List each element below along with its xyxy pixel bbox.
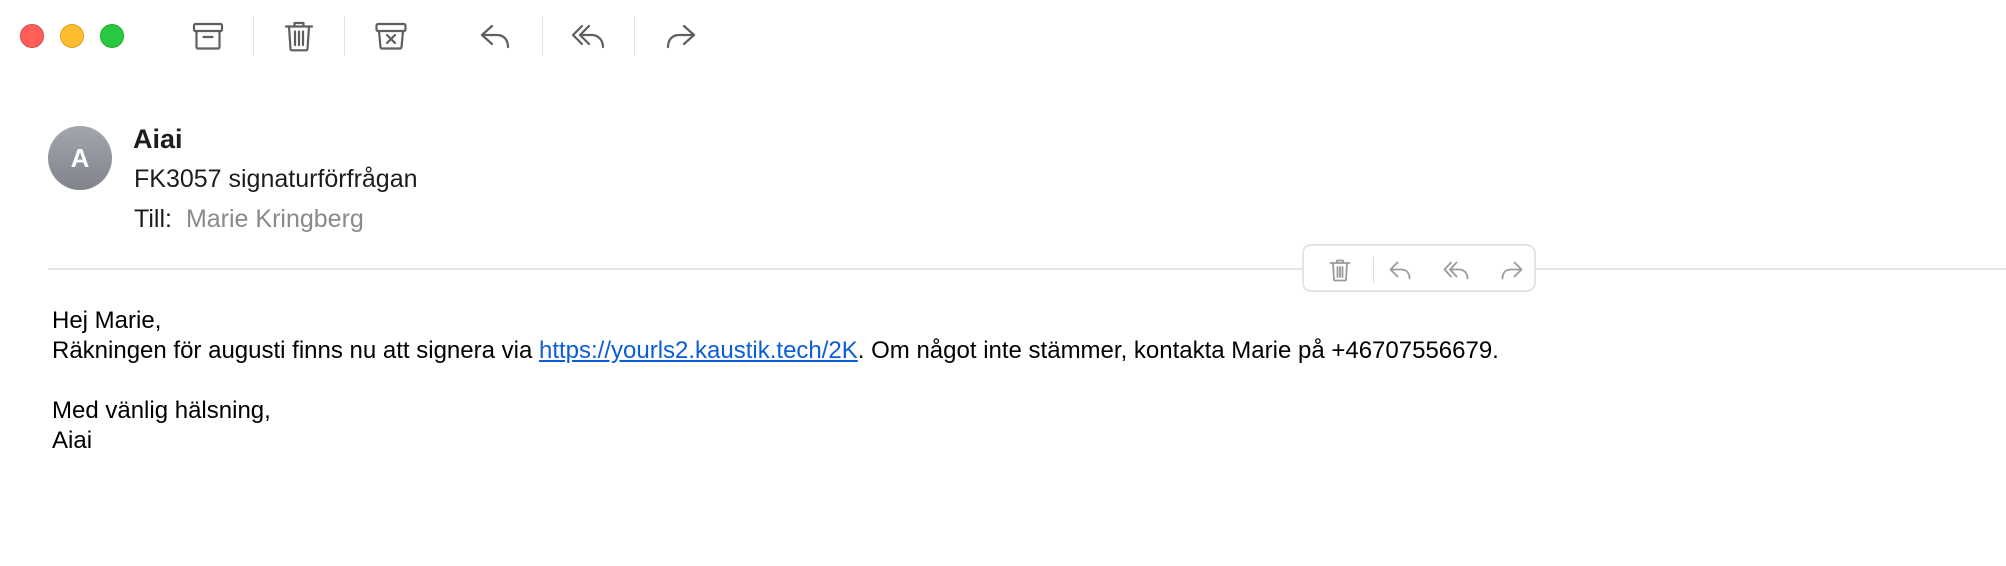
- message-subject: FK3057 signaturförfrågan: [134, 165, 418, 193]
- message-body: Hej Marie, Räkningen för augusti finns n…: [52, 306, 1992, 456]
- body-text-after-link: . Om något inte stämmer, kontakta Marie …: [857, 337, 1499, 364]
- forward-icon: [666, 24, 696, 49]
- sender-name[interactable]: Aiai: [133, 124, 183, 155]
- toolbar: [0, 0, 2006, 72]
- reply-icon: [480, 24, 510, 49]
- toolbar-separator: [253, 16, 254, 56]
- message-actions-separator: [1373, 257, 1374, 283]
- trash-icon: [284, 21, 314, 52]
- recipient-row: Till: Marie Kringberg: [134, 205, 364, 234]
- junk-button[interactable]: [367, 12, 415, 60]
- toolbar-separator: [634, 16, 635, 56]
- archive-icon: [192, 22, 224, 50]
- to-label: Till:: [134, 205, 172, 233]
- avatar: A: [48, 126, 112, 190]
- window-minimize-button[interactable]: [60, 24, 84, 48]
- header-divider: [48, 268, 2006, 270]
- message-reply-button[interactable]: [1384, 254, 1416, 286]
- avatar-initial: A: [70, 142, 90, 173]
- message-delete-button[interactable]: [1324, 254, 1356, 286]
- toolbar-separator: [344, 16, 345, 56]
- junk-icon: [375, 22, 407, 50]
- body-greeting: Hej Marie,: [52, 307, 162, 334]
- forward-icon: [1501, 261, 1523, 280]
- body-text-before-link: Räkningen för augusti finns nu att signe…: [52, 337, 539, 364]
- reply-icon: [1389, 261, 1411, 280]
- archive-button[interactable]: [184, 12, 232, 60]
- forward-button[interactable]: [657, 12, 705, 60]
- delete-button[interactable]: [275, 12, 323, 60]
- window-close-button[interactable]: [20, 24, 44, 48]
- toolbar-separator: [542, 16, 543, 56]
- message-actions-bar: [1302, 244, 1536, 292]
- signing-link[interactable]: https://yourls2.kaustik.tech/2K: [539, 337, 858, 364]
- body-signature: Aiai: [52, 427, 93, 454]
- message-reply-all-button[interactable]: [1440, 254, 1472, 286]
- reply-button[interactable]: [471, 12, 519, 60]
- reply-all-button[interactable]: [564, 12, 612, 60]
- body-closing: Med vänlig hälsning,: [52, 397, 271, 424]
- window-zoom-button[interactable]: [100, 24, 124, 48]
- message-forward-button[interactable]: [1496, 254, 1528, 286]
- body-line: Räkningen för augusti finns nu att signe…: [52, 336, 1992, 366]
- trash-icon: [1329, 259, 1351, 282]
- recipient-name[interactable]: Marie Kringberg: [186, 205, 364, 233]
- reply-all-icon: [1443, 261, 1469, 280]
- reply-all-icon: [571, 24, 605, 49]
